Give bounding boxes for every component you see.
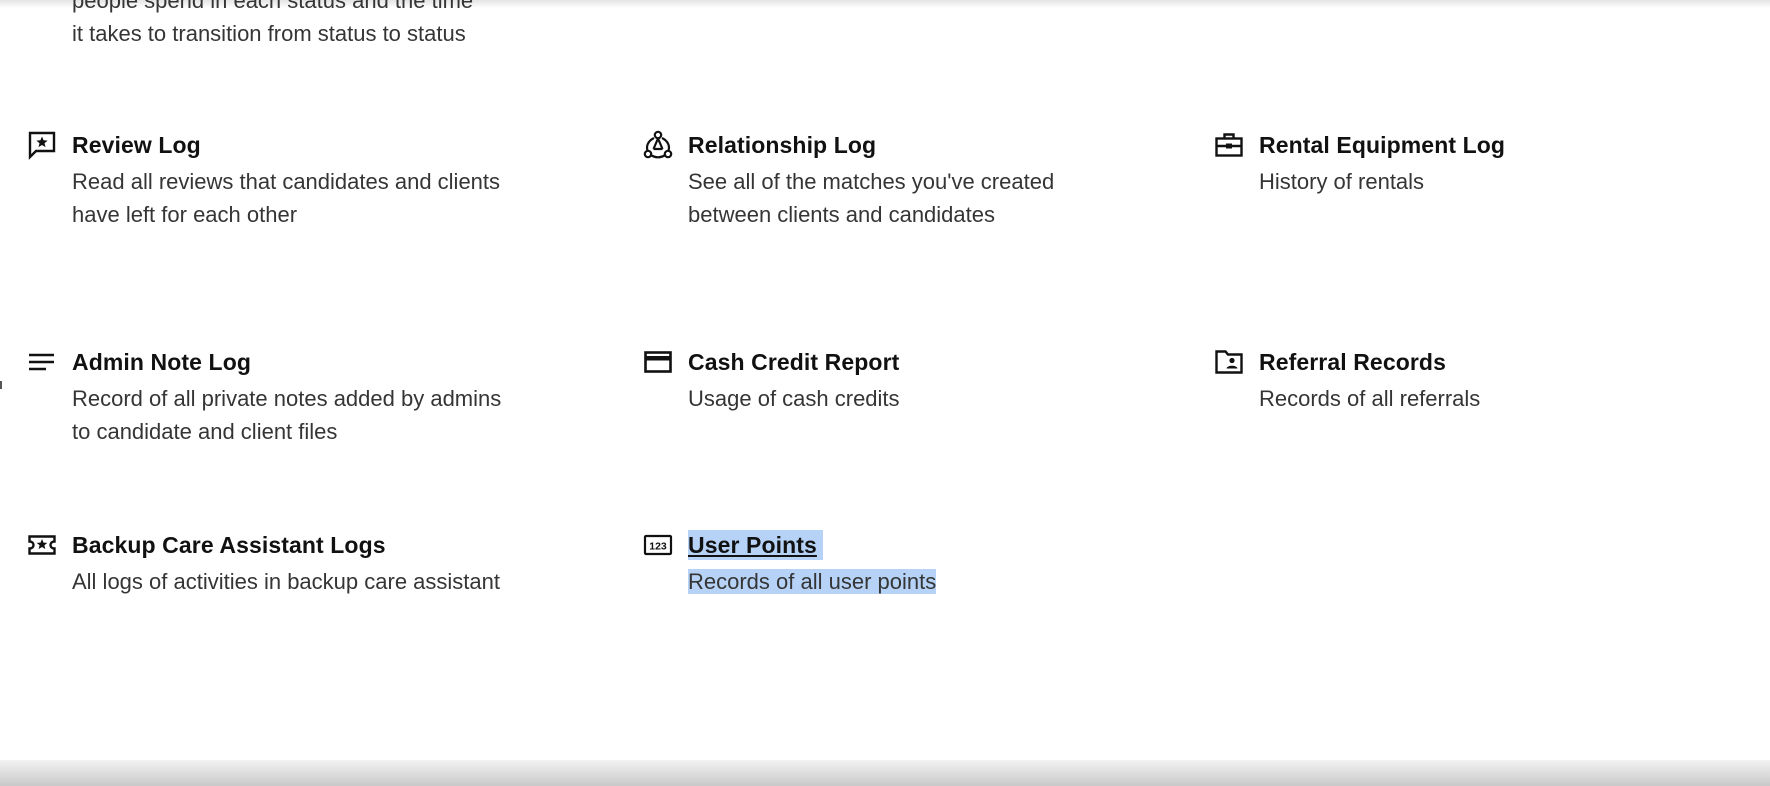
- report-description: Usage of cash credits: [688, 386, 900, 411]
- report-title[interactable]: Review Log: [72, 130, 201, 160]
- report-description: Records of all user points: [688, 569, 937, 594]
- page-edge-marker: [0, 381, 2, 389]
- report-description: All logs of activities in backup care as…: [72, 569, 500, 594]
- briefcase-icon: [1215, 133, 1243, 157]
- report-title[interactable]: Cash Credit Report: [688, 347, 899, 377]
- report-title[interactable]: Rental Equipment Log: [1259, 130, 1505, 160]
- report-description: Records of all referrals: [1259, 386, 1481, 411]
- report-description: Read all reviews that candidates and cli…: [72, 169, 501, 227]
- report-title[interactable]: Admin Note Log: [72, 347, 251, 377]
- report-description: History of rentals: [1259, 169, 1425, 194]
- report-description: See all of the matches you've created be…: [688, 169, 1055, 227]
- report-title-link[interactable]: User Points: [688, 530, 823, 560]
- svg-text:123: 123: [649, 541, 667, 553]
- report-title[interactable]: Relationship Log: [688, 130, 876, 160]
- partial-report-description: people spend in each status and the time…: [72, 0, 474, 46]
- network-icon: [643, 130, 673, 159]
- credit-card-icon: [644, 351, 672, 373]
- star-comment-icon: [28, 131, 56, 160]
- report-description: Record of all private notes added by adm…: [72, 386, 502, 444]
- star-ticket-icon: [28, 535, 56, 555]
- report-title[interactable]: Backup Care Assistant Logs: [72, 530, 386, 560]
- report-title[interactable]: Referral Records: [1259, 347, 1446, 377]
- numeric-123-icon: 123: [643, 534, 673, 556]
- notes-icon: [29, 353, 54, 371]
- bottom-bar: [0, 760, 1770, 786]
- folder-user-icon: [1215, 350, 1243, 374]
